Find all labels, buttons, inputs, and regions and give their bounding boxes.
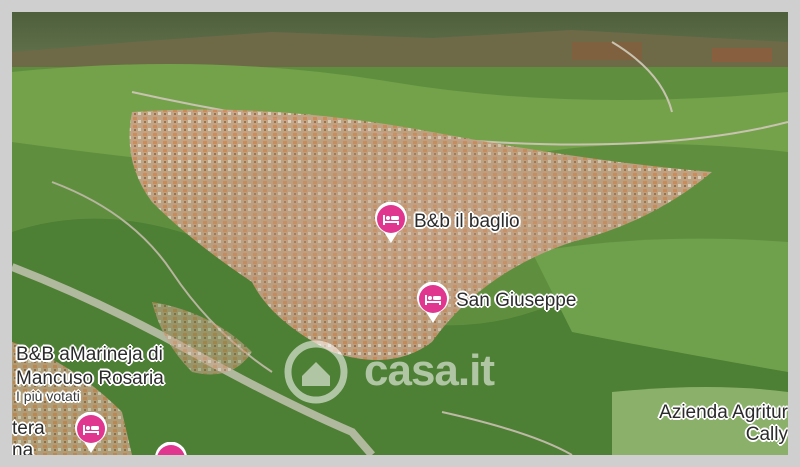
place-label-azienda-line2[interactable]: Cally: [746, 424, 788, 446]
map-frame: B&b il baglio San Giuseppe B&B aMarineja…: [0, 0, 800, 467]
bed-icon: [155, 442, 187, 455]
place-label-baglio[interactable]: B&b il baglio: [414, 211, 520, 233]
bed-icon: [75, 412, 107, 453]
lodging-pin-marineja[interactable]: [74, 412, 108, 454]
casa-it-watermark: casa.it: [284, 340, 544, 404]
bed-icon: [417, 282, 449, 323]
place-subtitle-marineja: I più votati: [16, 388, 80, 404]
place-label-partial-line2[interactable]: na: [12, 440, 33, 455]
place-label-san-giuseppe[interactable]: San Giuseppe: [456, 290, 576, 312]
lodging-pin-baglio[interactable]: [374, 202, 408, 244]
watermark-text: casa.it: [364, 346, 495, 395]
place-label-marineja-line2[interactable]: Mancuso Rosaria: [16, 368, 164, 390]
lodging-pin-san-giuseppe[interactable]: [416, 282, 450, 324]
place-label-azienda-line1[interactable]: Azienda Agritur: [659, 402, 788, 424]
satellite-map[interactable]: B&b il baglio San Giuseppe B&B aMarineja…: [12, 12, 788, 455]
house-logo-icon: [284, 340, 348, 404]
bed-icon: [375, 202, 407, 243]
lodging-pin-bottom[interactable]: [154, 442, 188, 455]
place-label-marineja-line1[interactable]: B&B aMarineja di: [16, 344, 163, 366]
place-label-partial-line1[interactable]: tera: [12, 418, 45, 440]
